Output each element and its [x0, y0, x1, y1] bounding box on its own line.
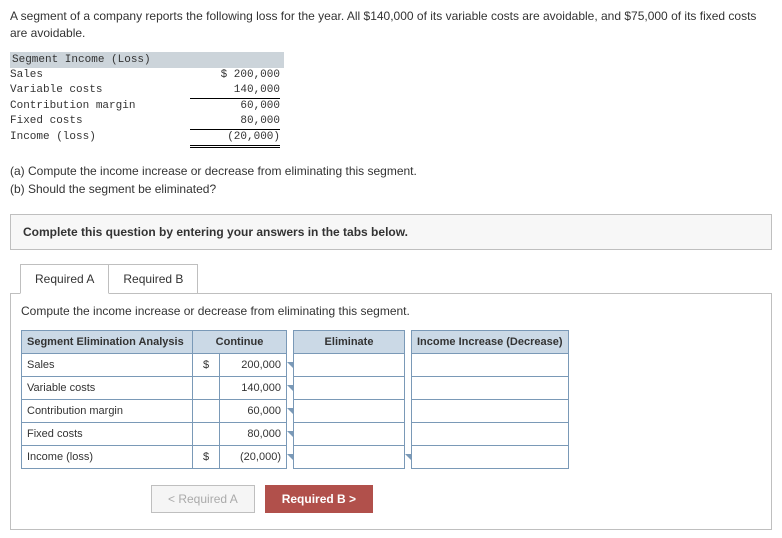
continue-value[interactable]: 200,000	[220, 353, 287, 376]
row-fixed: Fixed costs 80,000	[22, 422, 569, 445]
continue-value[interactable]: 80,000	[220, 422, 287, 445]
corner-icon	[287, 362, 293, 368]
stmt-row-label: Contribution margin	[10, 99, 190, 114]
prev-button[interactable]: < Required A	[151, 485, 255, 513]
tab-bar: Required A Required B	[20, 264, 772, 294]
dollar-sign	[193, 399, 220, 422]
row-sales: Sales $ 200,000	[22, 353, 569, 376]
income-statement: Segment Income (Loss) Sales $ 200,000 Va…	[10, 52, 772, 148]
row-label: Variable costs	[22, 376, 193, 399]
question-b: (b) Should the segment be eliminated?	[10, 180, 772, 198]
th-continue: Continue	[193, 330, 287, 353]
eliminate-input[interactable]	[294, 376, 405, 399]
dollar-sign: $	[193, 445, 220, 468]
continue-value[interactable]: 60,000	[220, 399, 287, 422]
corner-icon	[287, 431, 293, 437]
stmt-row-value: 80,000	[190, 114, 280, 130]
stmt-row-label: Income (loss)	[10, 130, 190, 148]
question-list: (a) Compute the income increase or decre…	[10, 162, 772, 198]
th-income: Income Increase (Decrease)	[412, 330, 569, 353]
stmt-row-label: Sales	[10, 68, 190, 83]
row-variable: Variable costs 140,000	[22, 376, 569, 399]
stmt-row-value: (20,000)	[190, 130, 280, 148]
stmt-row-label: Variable costs	[10, 83, 190, 99]
dollar-sign	[193, 422, 220, 445]
eliminate-input[interactable]	[294, 399, 405, 422]
th-seg: Segment Elimination Analysis	[22, 330, 193, 353]
corner-icon	[405, 454, 411, 460]
stmt-row-value: 60,000	[190, 99, 280, 114]
corner-icon	[287, 408, 293, 414]
row-contribution: Contribution margin 60,000	[22, 399, 569, 422]
eliminate-input[interactable]	[294, 422, 405, 445]
stmt-row-value: $ 200,000	[190, 68, 280, 83]
dollar-sign: $	[193, 353, 220, 376]
pane-instruction: Compute the income increase or decrease …	[21, 304, 761, 318]
eliminate-input[interactable]	[294, 353, 405, 376]
stmt-row-label: Fixed costs	[10, 114, 190, 130]
tab-required-b[interactable]: Required B	[109, 264, 198, 294]
question-a: (a) Compute the income increase or decre…	[10, 162, 772, 180]
increase-input[interactable]	[412, 353, 569, 376]
corner-icon	[287, 454, 293, 460]
income-statement-title: Segment Income (Loss)	[10, 52, 284, 69]
row-label: Sales	[22, 353, 193, 376]
stmt-row-value: 140,000	[190, 83, 280, 99]
increase-input[interactable]	[412, 422, 569, 445]
row-label: Income (loss)	[22, 445, 193, 468]
row-label: Contribution margin	[22, 399, 193, 422]
row-income-loss: Income (loss) $ (20,000)	[22, 445, 569, 468]
problem-intro: A segment of a company reports the follo…	[10, 8, 772, 42]
increase-input[interactable]	[412, 376, 569, 399]
corner-icon	[287, 385, 293, 391]
row-label: Fixed costs	[22, 422, 193, 445]
next-button[interactable]: Required B >	[265, 485, 373, 513]
continue-value[interactable]: (20,000)	[220, 445, 287, 468]
increase-input[interactable]	[412, 445, 569, 468]
instruction-box: Complete this question by entering your …	[10, 214, 772, 250]
tab-required-a[interactable]: Required A	[20, 264, 109, 294]
eliminate-input[interactable]	[294, 445, 405, 468]
dollar-sign	[193, 376, 220, 399]
increase-input[interactable]	[412, 399, 569, 422]
analysis-table: Segment Elimination Analysis Continue El…	[21, 330, 569, 469]
continue-value[interactable]: 140,000	[220, 376, 287, 399]
tab-pane: Compute the income increase or decrease …	[10, 293, 772, 530]
th-eliminate: Eliminate	[294, 330, 405, 353]
